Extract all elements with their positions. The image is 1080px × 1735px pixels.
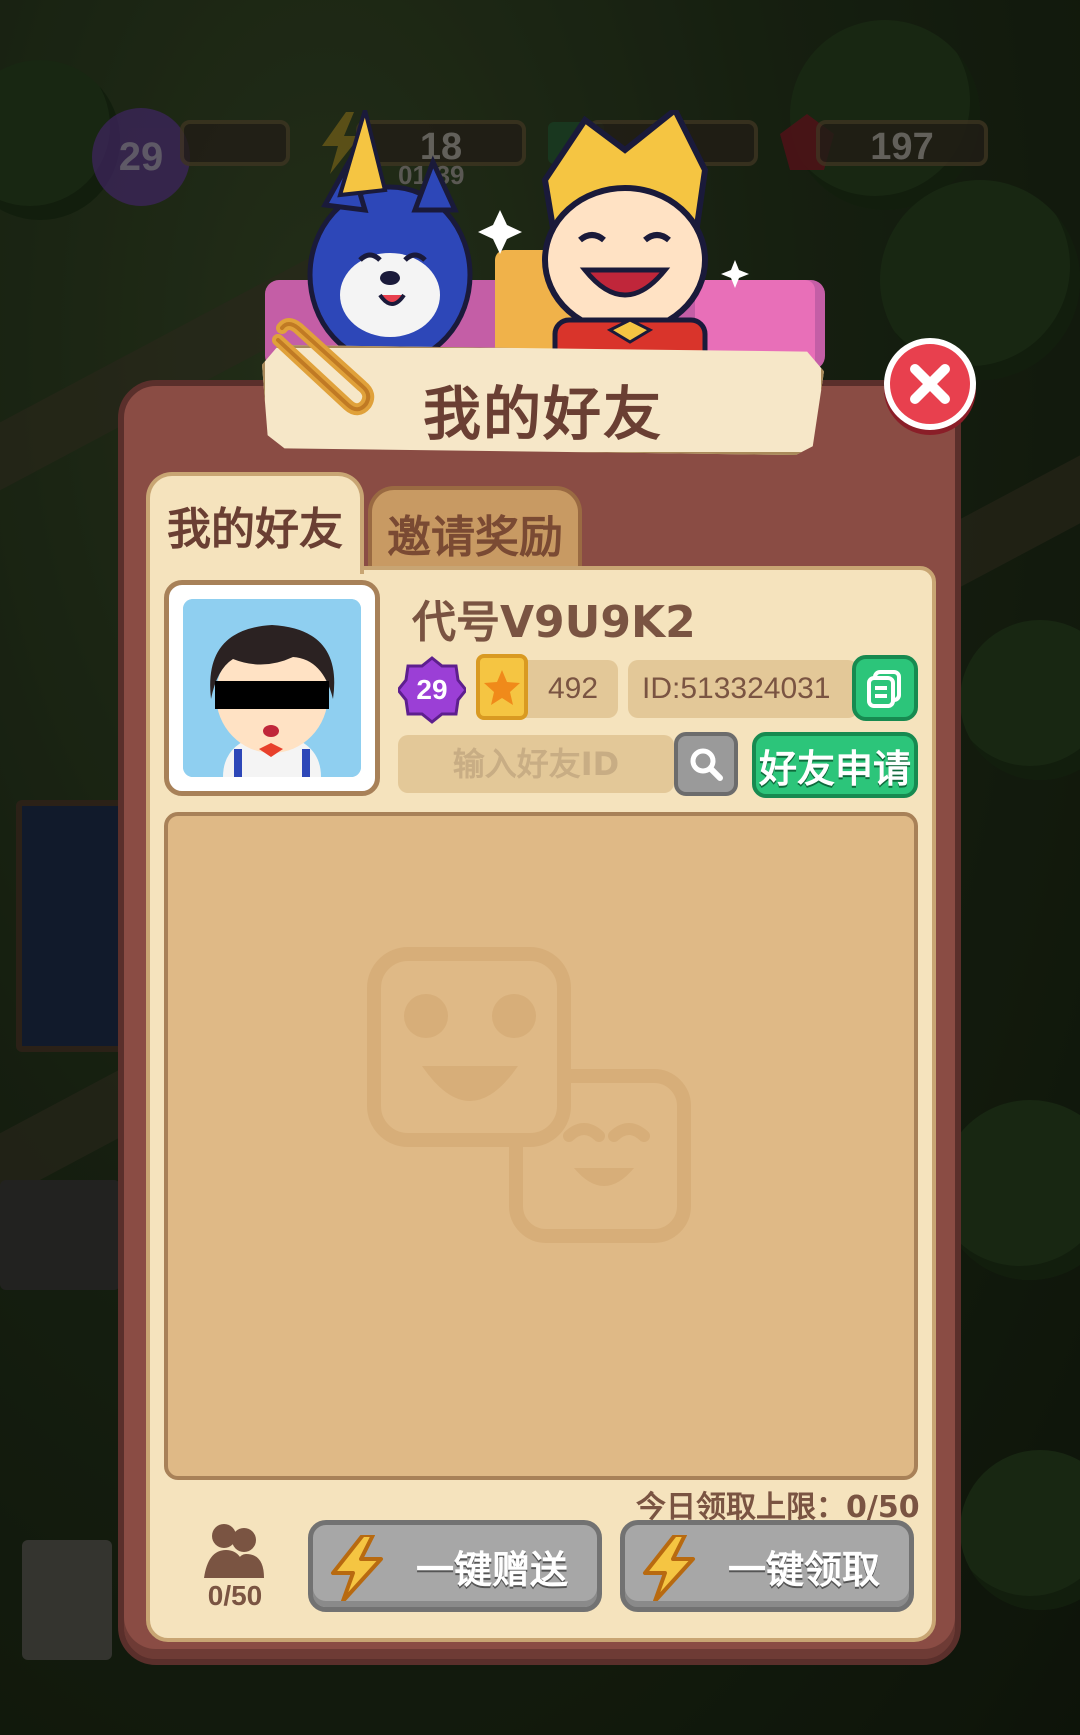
player-level-badge-small: 29: [396, 656, 468, 724]
friend-count: 0/50: [207, 1580, 263, 1611]
friend-request-button[interactable]: 好友申请: [752, 732, 918, 798]
lightning-icon: [331, 1535, 383, 1601]
claim-all-label: 一键领取: [727, 1547, 880, 1592]
lightning-icon: [643, 1535, 695, 1601]
paperclip-icon: [272, 318, 375, 416]
send-all-button[interactable]: 一键赠送: [308, 1520, 602, 1612]
medal-icon: [476, 654, 528, 720]
avatar-portrait: [183, 599, 361, 777]
player-level-small: 29: [416, 674, 448, 705]
player-id-pill: ID:513324031: [628, 660, 858, 718]
copy-icon: [867, 670, 901, 708]
friend-id-input[interactable]: [398, 735, 674, 793]
send-all-label: 一键赠送: [415, 1547, 568, 1592]
player-id: ID:513324031: [642, 672, 831, 705]
player-nickname: 代号V9U9K2: [412, 597, 696, 648]
avatar[interactable]: [164, 580, 380, 796]
friend-list[interactable]: [164, 812, 918, 1480]
copy-id-button[interactable]: [852, 655, 918, 721]
search-icon: [690, 748, 723, 781]
empty-state-illustration: [367, 947, 691, 1243]
close-icon: [910, 364, 950, 404]
search-button[interactable]: [674, 732, 738, 796]
medal-count: 492: [548, 672, 599, 705]
tab-invite-rewards[interactable]: 邀请奖励: [368, 486, 582, 576]
tab-my-friends[interactable]: 我的好友: [146, 472, 364, 574]
claim-all-button[interactable]: 一键领取: [620, 1520, 914, 1612]
close-button[interactable]: [884, 338, 976, 430]
friends-icon: [204, 1524, 264, 1578]
